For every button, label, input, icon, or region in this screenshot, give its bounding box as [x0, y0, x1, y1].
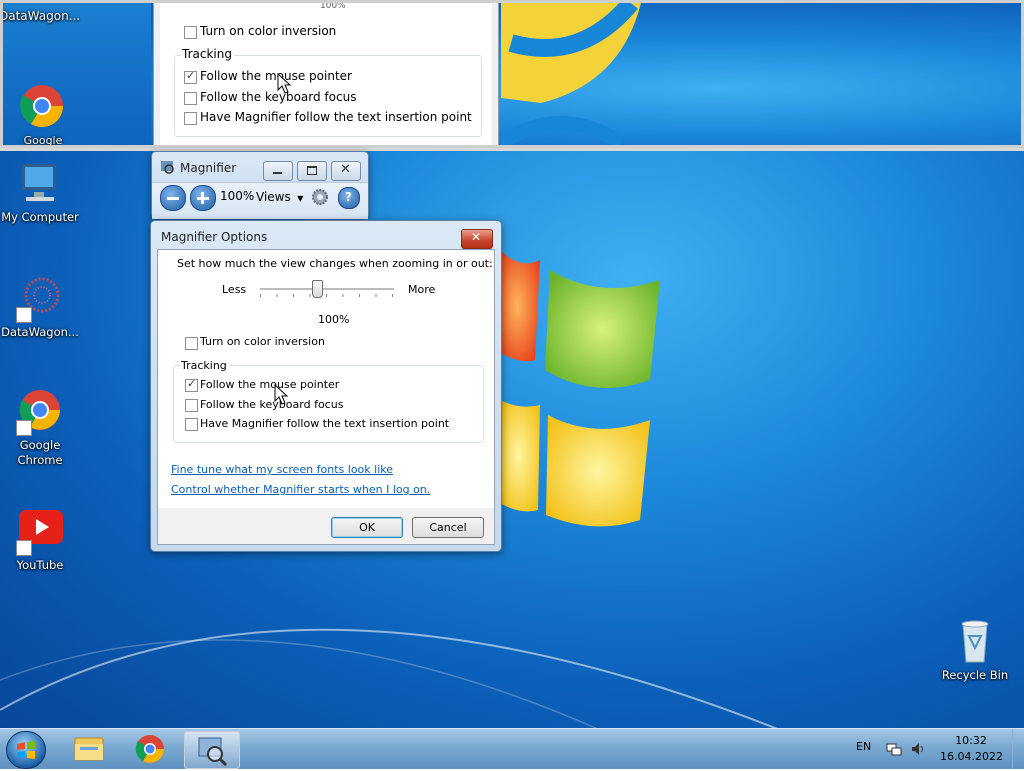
- desktop-icon-datawagon[interactable]: DataWagon...: [0, 275, 80, 340]
- options-dialog-title: Magnifier Options: [161, 230, 268, 244]
- minimize-icon: [273, 172, 282, 174]
- cancel-button[interactable]: Cancel: [412, 517, 484, 538]
- clock-time[interactable]: 10:32: [944, 734, 998, 747]
- shortcut-arrow-icon: [16, 540, 32, 556]
- close-icon: ✕: [340, 162, 351, 177]
- magnified-zoom-value: 100%: [320, 1, 346, 11]
- follow-mouse-checkbox[interactable]: [185, 377, 198, 392]
- slider-value-text: 100%: [318, 313, 350, 326]
- magnifier-window[interactable]: Magnifier ✕ 100% Views ▼ ?: [151, 151, 369, 219]
- options-client-area: Set how much the view changes when zoomi…: [157, 249, 495, 545]
- follow-text-checkbox[interactable]: [185, 418, 198, 431]
- recycle-bin-icon: [961, 620, 989, 663]
- start-button[interactable]: [6, 731, 46, 769]
- windows-logo-wallpaper: [495, 250, 660, 527]
- minus-icon: [167, 197, 179, 200]
- magnified-follow-mouse-label: Follow the mouse pointer: [200, 69, 352, 83]
- close-icon: ✕: [471, 230, 482, 244]
- magnified-follow-text-label: Have Magnifier follow the text insertion…: [200, 110, 472, 124]
- shortcut-arrow-icon: [16, 420, 32, 436]
- magnified-cursor-icon: [277, 73, 291, 94]
- desktop-icon-label: My Computer: [1, 210, 79, 224]
- desktop-icon-label: DataWagon...: [1, 325, 79, 339]
- magnified-chrome-icon: [20, 85, 64, 128]
- desktop-icon-label: YouTube: [16, 558, 64, 572]
- follow-text-label[interactable]: Have Magnifier follow the text insertion…: [200, 417, 449, 430]
- zoom-in-button[interactable]: [190, 185, 216, 211]
- maximize-icon: [307, 166, 317, 175]
- magnifier-docked-view: DataWagon... Google 100% Turn on color i…: [0, 0, 1024, 151]
- magnifier-logon-link[interactable]: Control whether Magnifier starts when I …: [171, 483, 430, 496]
- zoom-slider[interactable]: [260, 278, 394, 302]
- magnified-color-inversion-checkbox: [184, 26, 197, 39]
- magnified-follow-mouse-checkbox: [184, 69, 197, 84]
- tracking-group-label: Tracking: [179, 359, 229, 372]
- fine-tune-fonts-link[interactable]: Fine tune what my screen fonts look like: [171, 463, 393, 476]
- desktop-icon-my-computer[interactable]: My Computer: [0, 160, 80, 225]
- options-gear-button[interactable]: [310, 187, 330, 207]
- show-desktop-button[interactable]: [1012, 729, 1024, 769]
- maximize-button[interactable]: [297, 161, 327, 181]
- magnifier-options-dialog[interactable]: Magnifier Options ✕ Set how much the vie…: [150, 220, 502, 552]
- desktop-icon-google-chrome[interactable]: Google Chrome: [0, 388, 80, 468]
- slider-ticks: [260, 294, 394, 297]
- slider-track: [260, 288, 394, 291]
- magnified-follow-text-checkbox: [184, 112, 197, 125]
- taskbar-chrome[interactable]: [123, 731, 177, 767]
- zoom-prompt-text: Set how much the view changes when zoomi…: [177, 257, 493, 270]
- magnified-icon-label: DataWagon...: [0, 9, 81, 23]
- close-button[interactable]: ✕: [331, 161, 361, 181]
- taskbar-explorer[interactable]: [62, 731, 116, 767]
- magnifier-app-icon: [161, 161, 174, 174]
- desktop-icon-label: Google Chrome: [17, 438, 63, 467]
- desktop-icon-label: Recycle Bin: [941, 668, 1009, 682]
- desktop-icon-recycle-bin[interactable]: Recycle Bin: [935, 618, 1015, 683]
- network-icon[interactable]: [886, 741, 902, 757]
- magnified-content: DataWagon... Google 100% Turn on color i…: [0, 0, 1024, 148]
- color-inversion-checkbox[interactable]: [185, 337, 198, 350]
- magnifier-icon: [198, 737, 228, 767]
- slider-more-label: More: [408, 283, 436, 296]
- mouse-cursor-icon: [274, 384, 288, 405]
- follow-keyboard-label[interactable]: Follow the keyboard focus: [200, 398, 343, 411]
- chrome-icon: [135, 735, 164, 763]
- wallpaper-swoosh: [0, 628, 778, 728]
- zoom-level: 100%: [220, 189, 255, 203]
- desktop-icon-youtube[interactable]: YouTube: [0, 508, 80, 573]
- minimize-button[interactable]: [263, 161, 293, 181]
- magnifier-title: Magnifier: [180, 161, 237, 175]
- magnified-follow-keyboard-checkbox: [184, 92, 197, 105]
- clock-date[interactable]: 16.04.2022: [940, 750, 1003, 763]
- views-dropdown[interactable]: Views ▼: [256, 187, 303, 207]
- zoom-out-button[interactable]: [160, 185, 186, 211]
- magnified-dialog: 100% Turn on color inversion Tracking Fo…: [153, 1, 499, 145]
- slider-thumb[interactable]: [311, 280, 323, 298]
- magnified-tracking-label: Tracking: [180, 47, 234, 61]
- taskbar: EN 10:32 16.04.2022: [0, 728, 1024, 769]
- ok-button[interactable]: OK: [331, 517, 403, 538]
- chevron-down-icon: ▼: [297, 194, 304, 203]
- help-icon: ?: [345, 190, 352, 204]
- magnified-chrome-label: Google: [23, 134, 63, 147]
- volume-icon[interactable]: [910, 741, 926, 757]
- help-button[interactable]: ?: [338, 187, 360, 209]
- taskbar-magnifier[interactable]: [184, 731, 240, 769]
- follow-mouse-label[interactable]: Follow the mouse pointer: [200, 378, 339, 391]
- gear-icon: [312, 189, 328, 205]
- magnified-color-inversion-label: Turn on color inversion: [200, 24, 337, 38]
- color-inversion-label[interactable]: Turn on color inversion: [200, 335, 325, 348]
- options-close-button[interactable]: ✕: [461, 229, 493, 249]
- shortcut-arrow-icon: [16, 307, 32, 323]
- computer-icon: [22, 164, 56, 201]
- plus-icon-vertical: [201, 192, 204, 204]
- slider-less-label: Less: [222, 283, 247, 296]
- follow-keyboard-checkbox[interactable]: [185, 399, 198, 412]
- language-indicator[interactable]: EN: [856, 740, 871, 753]
- windows-start-icon: [17, 741, 35, 759]
- magnified-wallpaper-logo: [501, 3, 641, 145]
- views-label: Views: [256, 190, 291, 204]
- folder-icon: [74, 737, 104, 761]
